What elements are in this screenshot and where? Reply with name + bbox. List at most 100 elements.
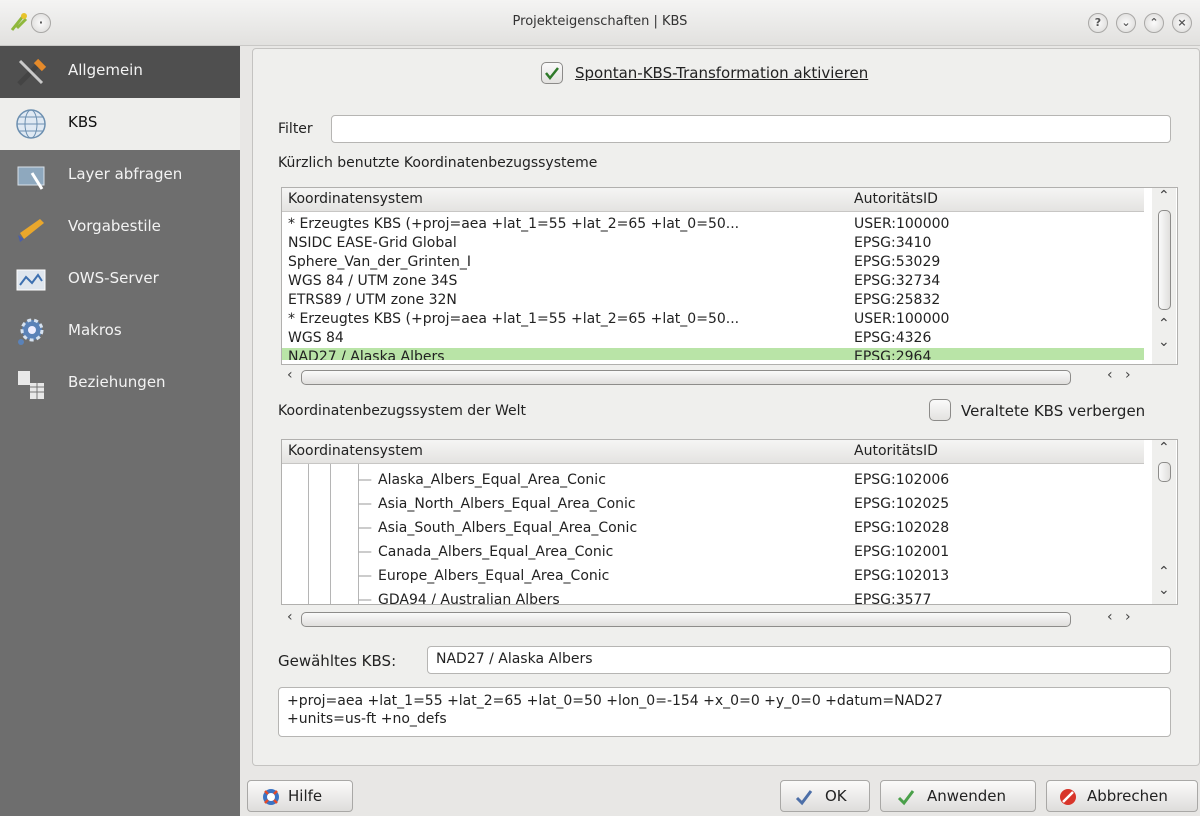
table-cell: —	[358, 592, 372, 605]
ok-button[interactable]: OK	[780, 780, 870, 812]
sidebar-item-label: Allgemein	[68, 61, 143, 79]
hide-deprecated-label[interactable]: Veraltete KBS verbergen	[961, 402, 1145, 420]
table-row[interactable]: * Erzeugtes KBS (+proj=aea +lat_1=55 +la…	[282, 310, 1144, 329]
recent-kbs-table[interactable]: Koordinatensystem AutoritätsID * Erzeugt…	[281, 187, 1178, 365]
scroll-left-icon[interactable]: ‹	[287, 609, 293, 625]
scroll-up-icon[interactable]: ⌃	[1158, 316, 1170, 332]
sidebar-item-makros[interactable]: Makros	[0, 306, 240, 358]
sidebar-item-label: OWS-Server	[68, 269, 159, 287]
table-header: Koordinatensystem AutoritätsID	[282, 188, 1144, 212]
window-title: Projekteigenschaften | KBS	[512, 14, 688, 29]
sidebar-item-layer-abfragen[interactable]: Layer abfragen	[0, 150, 240, 202]
tree-row[interactable]: — Asia_North_Albers_Equal_Area_Conic EPSG:…	[282, 495, 1144, 514]
table-cell: * Erzeugtes KBS (+proj=aea +lat_1=55 +la…	[288, 311, 740, 327]
scroll-down-icon[interactable]: ⌄	[1158, 334, 1170, 350]
selected-kbs-field[interactable]: NAD27 / Alaska Albers	[427, 646, 1171, 674]
world-vertical-scrollbar[interactable]: ⌃ ⌃ ⌄	[1152, 440, 1176, 604]
recent-horizontal-scrollbar[interactable]: ‹ ‹ ›	[281, 367, 1151, 387]
scroll-up-icon[interactable]: ⌃	[1158, 440, 1170, 456]
filter-input[interactable]	[331, 115, 1171, 143]
table-cell: Asia_South_Albers_Equal_Area_Conic	[378, 520, 638, 536]
recent-heading: Kürzlich benutzte Koordinatenbezugssyste…	[278, 155, 598, 171]
world-kbs-table[interactable]: Koordinatensystem AutoritätsID — Alaska_A…	[281, 439, 1178, 605]
ows-server-icon	[16, 269, 46, 291]
table-row[interactable]: WGS 84 / UTM zone 34S EPSG:32734	[282, 272, 1144, 291]
cancel-button[interactable]: Abbrechen	[1046, 780, 1198, 812]
tree-row[interactable]: — GDA94 / Australian Albers EPSG:3577	[282, 591, 1144, 605]
identify-layer-icon	[17, 166, 45, 190]
scroll-right-icon[interactable]: ›	[1125, 609, 1131, 625]
minimize-button[interactable]: ⌄	[1116, 13, 1136, 33]
table-cell: WGS 84	[288, 330, 344, 346]
table-cell: Europe_Albers_Equal_Area_Conic	[378, 568, 610, 584]
scroll-up-icon[interactable]: ⌃	[1158, 564, 1170, 580]
sidebar-item-allgemein[interactable]: Allgemein	[0, 46, 240, 98]
scroll-left-icon[interactable]: ‹	[1107, 609, 1113, 625]
transform-checkbox[interactable]	[541, 62, 563, 84]
relations-table-icon	[18, 371, 44, 399]
close-button[interactable]: ×	[1172, 13, 1192, 33]
table-cell: Alaska_Albers_Equal_Area_Conic	[378, 472, 606, 488]
table-cell: —	[358, 472, 372, 488]
help-window-button[interactable]: ?	[1088, 13, 1108, 33]
selected-kbs-label: Gewähltes KBS:	[278, 652, 397, 670]
cancel-icon	[1060, 789, 1076, 805]
help-button[interactable]: Hilfe	[247, 780, 353, 812]
table-cell: WGS 84 / UTM zone 34S	[288, 273, 458, 289]
scrollbar-thumb[interactable]	[301, 370, 1071, 385]
column-header-id[interactable]: AutoritätsID	[854, 443, 938, 459]
hide-deprecated-checkbox[interactable]	[929, 399, 951, 421]
sidebar-item-kbs[interactable]: KBS	[0, 98, 240, 150]
scroll-right-icon[interactable]: ›	[1125, 367, 1131, 383]
filter-label: Filter	[278, 121, 313, 137]
table-cell: —	[358, 544, 372, 560]
column-header-name[interactable]: Koordinatensystem	[288, 191, 423, 207]
table-cell: ETRS89 / UTM zone 32N	[288, 292, 457, 308]
cancel-button-label: Abbrechen	[1087, 787, 1168, 805]
table-cell: —	[358, 520, 372, 536]
world-heading: Koordinatenbezugssystem der Welt	[278, 403, 527, 419]
transform-label[interactable]: Spontan-KBS-Transformation aktivieren	[575, 64, 868, 82]
tree-row[interactable]: — Asia_South_Albers_Equal_Area_Conic EPSG:…	[282, 519, 1144, 538]
table-cell: EPSG:102006	[854, 472, 950, 488]
table-row[interactable]: Sphere_Van_der_Grinten_I EPSG:53029	[282, 253, 1144, 272]
tree-row[interactable]: — Alaska_Albers_Equal_Area_Conic EPSG:1020…	[282, 471, 1144, 490]
column-header-name[interactable]: Koordinatensystem	[288, 443, 423, 459]
scrollbar-thumb[interactable]	[1158, 462, 1171, 482]
scrollbar-thumb[interactable]	[1158, 210, 1171, 310]
maximize-button[interactable]: ⌃	[1144, 13, 1164, 33]
recent-vertical-scrollbar[interactable]: ⌃ ⌃ ⌄	[1152, 188, 1176, 364]
world-horizontal-scrollbar[interactable]: ‹ ‹ ›	[281, 609, 1151, 629]
scroll-down-icon[interactable]: ⌄	[1158, 582, 1170, 598]
table-cell: —	[358, 568, 372, 584]
tree-row[interactable]: — Europe_Albers_Equal_Area_Conic EPSG:1020…	[282, 567, 1144, 586]
table-cell: Canada_Albers_Equal_Area_Conic	[378, 544, 614, 560]
table-cell: EPSG:102028	[854, 520, 950, 536]
gear-icon	[18, 318, 44, 345]
scroll-up-icon[interactable]: ⌃	[1158, 188, 1170, 204]
table-row[interactable]: ETRS89 / UTM zone 32N EPSG:25832	[282, 291, 1144, 310]
checkmark-icon	[545, 67, 559, 81]
tools-icon	[17, 58, 47, 86]
column-header-id[interactable]: AutoritätsID	[854, 191, 938, 207]
help-button-label: Hilfe	[288, 787, 323, 805]
sidebar-item-vorgabestile[interactable]: Vorgabestile	[0, 202, 240, 254]
table-cell: Asia_North_Albers_Equal_Area_Conic	[378, 496, 636, 512]
scrollbar-thumb[interactable]	[301, 612, 1071, 627]
table-row-selected[interactable]: NAD27 / Alaska Albers EPSG:2964	[282, 348, 1144, 360]
table-cell: EPSG:53029	[854, 254, 941, 270]
sidebar-item-beziehungen[interactable]: Beziehungen	[0, 358, 240, 410]
help-lifebuoy-icon	[263, 789, 279, 805]
tree-row[interactable]: — Canada_Albers_Equal_Area_Conic EPSG:1020…	[282, 543, 1144, 562]
proj-definition-box[interactable]: +proj=aea +lat_1=55 +lat_2=65 +lat_0=50 …	[278, 687, 1171, 737]
table-row[interactable]: NSIDC EASE-Grid Global EPSG:3410	[282, 234, 1144, 253]
apply-button[interactable]: Anwenden	[880, 780, 1036, 812]
brush-icon	[18, 219, 44, 242]
table-row[interactable]: * Erzeugtes KBS (+proj=aea +lat_1=55 +la…	[282, 215, 1144, 234]
sidebar-item-ows-server[interactable]: OWS-Server	[0, 254, 240, 306]
sidebar-item-label: Vorgabestile	[68, 217, 161, 235]
table-row[interactable]: WGS 84 EPSG:4326	[282, 329, 1144, 348]
scroll-left-icon[interactable]: ‹	[287, 367, 293, 383]
table-cell: Sphere_Van_der_Grinten_I	[288, 254, 471, 270]
scroll-left-icon[interactable]: ‹	[1107, 367, 1113, 383]
